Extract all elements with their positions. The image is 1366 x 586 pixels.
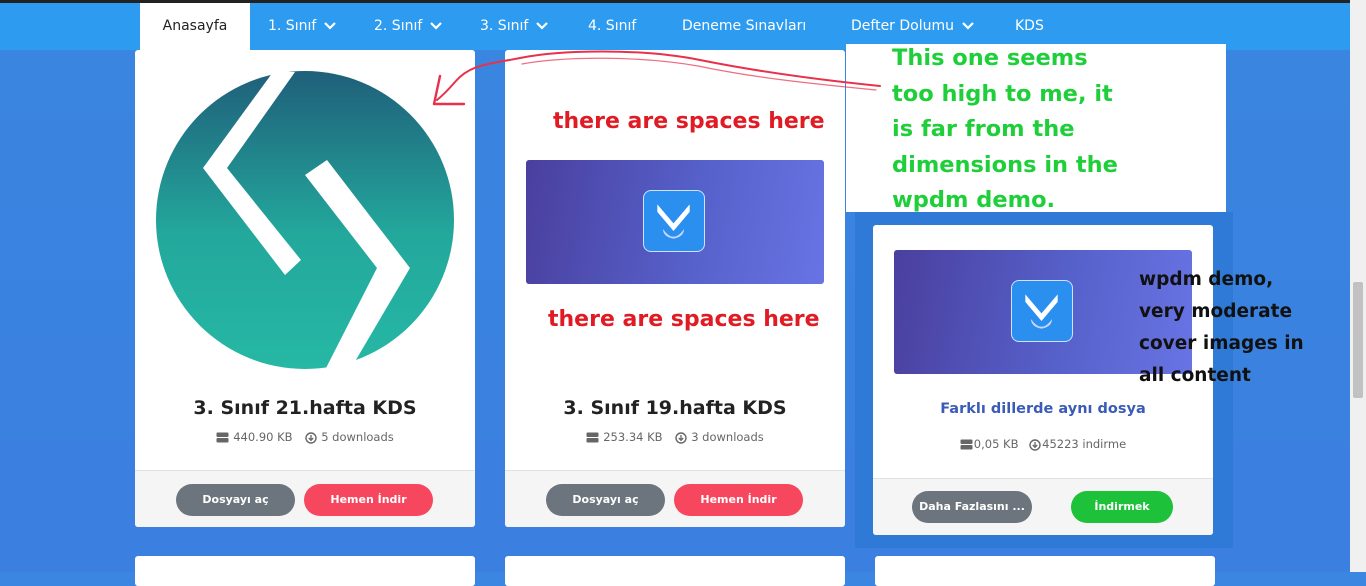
scrollbar-thumb[interactable]	[1353, 282, 1363, 398]
annotation-arrow-icon	[432, 50, 881, 106]
page-scrollbar[interactable]	[1350, 0, 1366, 572]
